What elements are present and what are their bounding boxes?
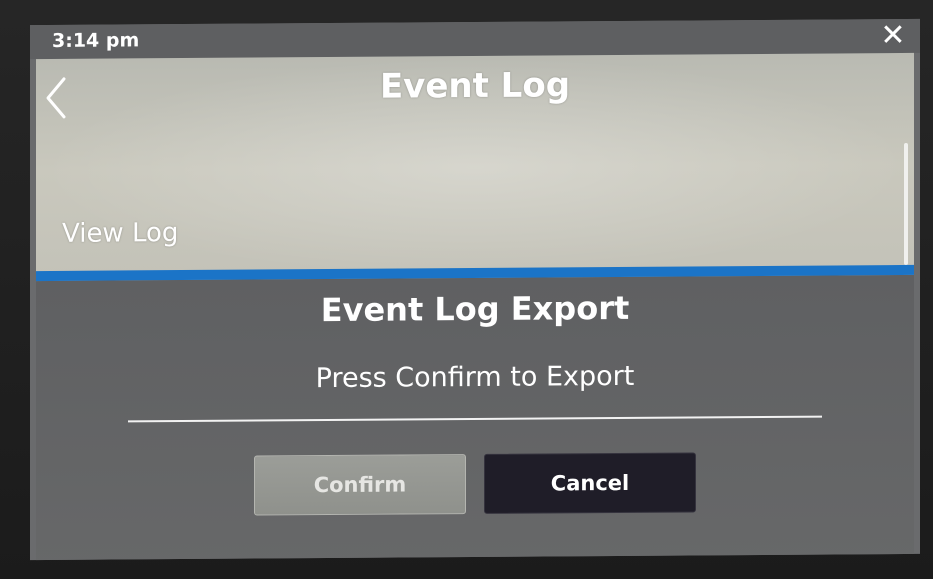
scrollbar[interactable] bbox=[904, 142, 908, 266]
dialog-divider bbox=[128, 415, 822, 423]
confirm-button[interactable]: Confirm bbox=[254, 454, 466, 516]
close-icon[interactable]: ✕ bbox=[878, 19, 908, 53]
cancel-button[interactable]: Cancel bbox=[484, 452, 696, 514]
page-title: Event Log bbox=[379, 65, 571, 107]
list-item-view-log[interactable]: View Log bbox=[62, 218, 178, 249]
dialog-title: Event Log Export bbox=[320, 288, 630, 330]
device-bezel: 3:14 pm ✕ Event Log View Log Event Log E… bbox=[0, 0, 933, 579]
clock-time: 3:14 pm bbox=[52, 29, 140, 52]
event-log-panel: Event Log View Log bbox=[36, 52, 914, 282]
dialog-message: Press Confirm to Export bbox=[315, 360, 635, 395]
touch-screen: 3:14 pm ✕ Event Log View Log Event Log E… bbox=[30, 18, 920, 561]
export-dialog: Event Log Export Press Confirm to Export… bbox=[36, 264, 914, 561]
